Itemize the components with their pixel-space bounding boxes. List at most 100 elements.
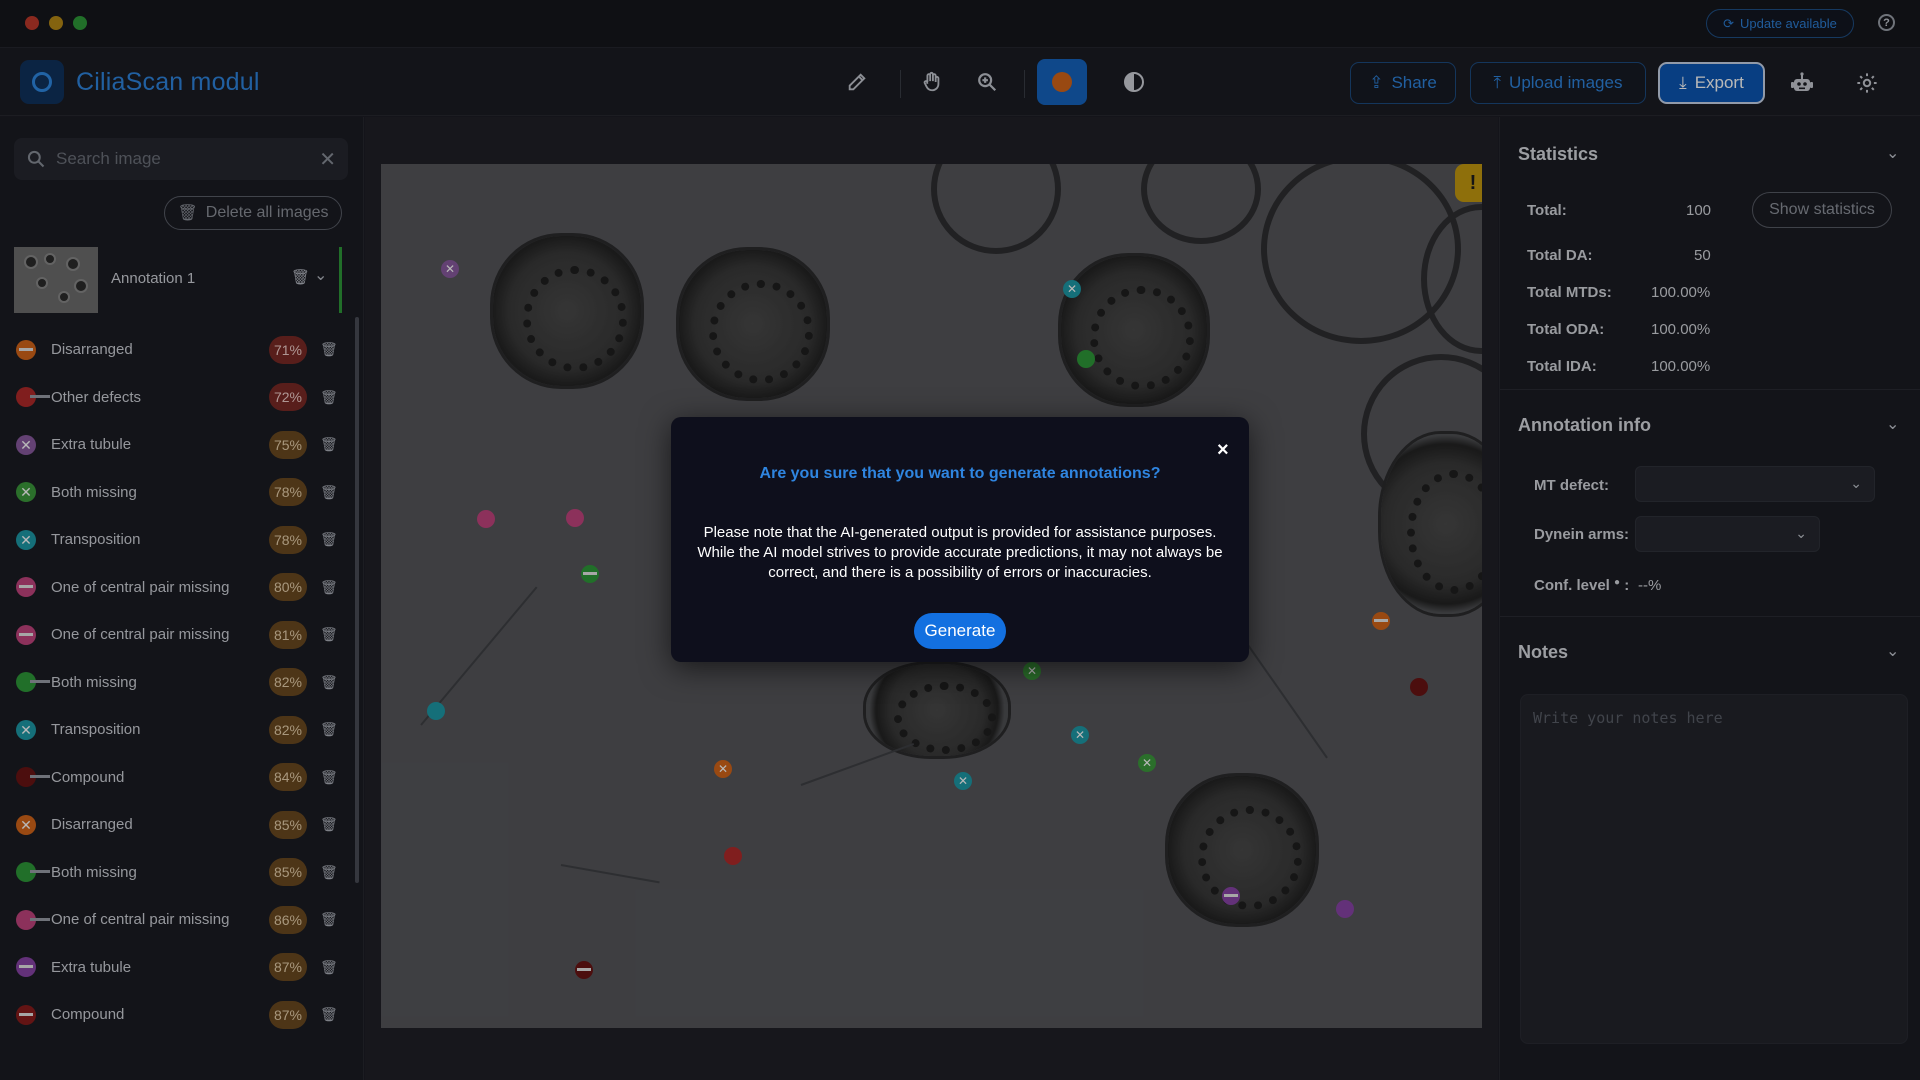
- trash-icon[interactable]: 🗑: [320, 484, 338, 501]
- fiber: [1240, 634, 1328, 759]
- defect-row[interactable]: Both missing 85% 🗑: [0, 849, 356, 897]
- download-icon: ⤓: [1679, 73, 1687, 92]
- trash-icon[interactable]: 🗑: [320, 389, 338, 406]
- confidence-badge: 78%: [269, 525, 307, 554]
- trash-icon[interactable]: 🗑: [320, 341, 338, 358]
- share-button[interactable]: ⇪ Share: [1350, 62, 1456, 104]
- extra-tubule-marker[interactable]: [1336, 900, 1354, 918]
- trash-icon[interactable]: 🗑: [320, 816, 338, 833]
- clear-search-icon[interactable]: ✕: [319, 147, 336, 172]
- marker-color-button[interactable]: [1037, 59, 1087, 105]
- both-missing-marker[interactable]: [565, 565, 615, 583]
- contrast-icon[interactable]: [1114, 62, 1154, 102]
- maximize-window-button[interactable]: [73, 16, 87, 30]
- minimize-window-button[interactable]: [49, 16, 63, 30]
- hand-icon[interactable]: [912, 62, 952, 102]
- trash-icon[interactable]: 🗑: [320, 1006, 338, 1023]
- defect-row[interactable]: One of central pair missing 86% 🗑: [0, 896, 356, 944]
- trash-icon[interactable]: 🗑: [320, 436, 338, 453]
- defect-row[interactable]: ✕ Transposition 78% 🗑: [0, 516, 356, 564]
- central-pair-marker[interactable]: [550, 509, 600, 527]
- confidence-badge: 78%: [269, 478, 307, 507]
- trash-icon[interactable]: 🗑: [320, 721, 338, 738]
- disarranged-marker[interactable]: [1372, 612, 1390, 630]
- dialog-title: Are you sure that you want to generate a…: [759, 465, 1161, 482]
- fiber: [560, 864, 660, 884]
- update-available-button[interactable]: ⟳ Update available: [1706, 9, 1854, 38]
- defect-row[interactable]: One of central pair missing 80% 🗑: [0, 564, 356, 612]
- both-missing-marker[interactable]: ✕: [1023, 662, 1041, 680]
- extra-tubule-marker[interactable]: ✕: [441, 260, 459, 278]
- confidence-badge: 85%: [269, 858, 307, 887]
- trash-icon[interactable]: 🗑: [291, 268, 310, 286]
- conf-level-value: --%: [1638, 577, 1662, 594]
- chevron-down-icon[interactable]: ⌄: [314, 265, 327, 285]
- generate-button[interactable]: Generate: [914, 613, 1006, 649]
- transposition-marker[interactable]: ✕: [1071, 726, 1089, 744]
- dynein-arms-select[interactable]: ⌄: [1635, 516, 1820, 552]
- notes-textarea[interactable]: [1521, 695, 1907, 1043]
- defect-row[interactable]: One of central pair missing 81% 🗑: [0, 611, 356, 659]
- defect-row[interactable]: Other defects 72% 🗑: [0, 374, 356, 422]
- defect-row[interactable]: Compound 87% 🗑: [0, 991, 356, 1039]
- confidence-badge: 82%: [269, 668, 307, 697]
- compound-marker[interactable]: [575, 961, 593, 979]
- robot-icon[interactable]: [1785, 66, 1819, 100]
- trash-icon[interactable]: 🗑: [320, 579, 338, 596]
- stat-ida-value: 100.00%: [1651, 358, 1711, 375]
- defect-row[interactable]: Compound 84% 🗑: [0, 754, 356, 802]
- sidebar-scrollbar[interactable]: [355, 317, 359, 883]
- info-icon[interactable]: ●: [1614, 577, 1620, 588]
- defect-row[interactable]: ✕ Extra tubule 75% 🗑: [0, 421, 356, 469]
- defect-row[interactable]: Both missing 82% 🗑: [0, 659, 356, 707]
- stat-da-value: 50: [1694, 247, 1711, 264]
- annotation-card[interactable]: Annotation 1 🗑 ⌄: [14, 247, 342, 313]
- trash-icon[interactable]: 🗑: [320, 531, 338, 548]
- transposition-marker[interactable]: ✕: [954, 772, 972, 790]
- warning-badge[interactable]: !: [1455, 164, 1482, 202]
- disarranged-marker[interactable]: ✕: [714, 760, 732, 778]
- trash-icon[interactable]: 🗑: [320, 674, 338, 691]
- zoom-in-icon[interactable]: [967, 62, 1007, 102]
- delete-all-images-button[interactable]: 🗑 Delete all images: [164, 196, 342, 230]
- mt-defect-select[interactable]: ⌄: [1635, 466, 1875, 502]
- gear-icon[interactable]: [1850, 66, 1884, 100]
- chevron-down-icon: ⌄: [1795, 525, 1807, 541]
- central-pair-marker[interactable]: [477, 510, 495, 528]
- trash-icon[interactable]: 🗑: [320, 864, 338, 881]
- trash-icon[interactable]: 🗑: [320, 911, 338, 928]
- transposition-marker[interactable]: [411, 702, 461, 720]
- close-icon[interactable]: ×: [1217, 439, 1229, 462]
- chevron-down-icon[interactable]: ⌄: [1886, 414, 1899, 434]
- extra-tubule-marker[interactable]: [1222, 887, 1240, 905]
- defect-row[interactable]: Extra tubule 87% 🗑: [0, 944, 356, 992]
- question-circle-icon[interactable]: ?: [1878, 14, 1895, 31]
- trash-icon[interactable]: 🗑: [320, 626, 338, 643]
- compound-marker[interactable]: [1394, 678, 1444, 696]
- export-button[interactable]: ⤓ Export: [1658, 62, 1765, 104]
- transposition-marker[interactable]: ✕: [1063, 280, 1081, 298]
- defect-row[interactable]: ✕ Transposition 82% 🗑: [0, 706, 356, 754]
- defect-row[interactable]: ✕ Disarranged 85% 🗑: [0, 801, 356, 849]
- show-statistics-button[interactable]: Show statistics: [1752, 192, 1892, 228]
- both-missing-marker[interactable]: ✕: [1138, 754, 1156, 772]
- trash-icon[interactable]: 🗑: [320, 769, 338, 786]
- colon: :: [1624, 577, 1630, 594]
- defect-marker-icon: [16, 672, 50, 693]
- defect-row[interactable]: Disarranged 71% 🗑: [0, 326, 356, 374]
- both-missing-marker[interactable]: [1061, 350, 1111, 368]
- chevron-down-icon[interactable]: ⌄: [1886, 641, 1899, 661]
- search-input[interactable]: [56, 149, 306, 169]
- edit-icon[interactable]: [837, 62, 877, 102]
- upload-images-button[interactable]: ⤒ Upload images: [1470, 62, 1646, 104]
- close-window-button[interactable]: [25, 16, 39, 30]
- other-defects-marker[interactable]: [708, 847, 758, 865]
- update-label: Update available: [1740, 16, 1837, 31]
- share-icon: ⇪: [1369, 73, 1384, 92]
- section-divider: [1500, 616, 1920, 617]
- annotation-thumbnail: [14, 247, 98, 313]
- defect-marker-icon: [16, 767, 50, 788]
- trash-icon[interactable]: 🗑: [320, 959, 338, 976]
- defect-row[interactable]: ✕ Both missing 78% 🗑: [0, 469, 356, 517]
- chevron-down-icon[interactable]: ⌄: [1886, 143, 1899, 163]
